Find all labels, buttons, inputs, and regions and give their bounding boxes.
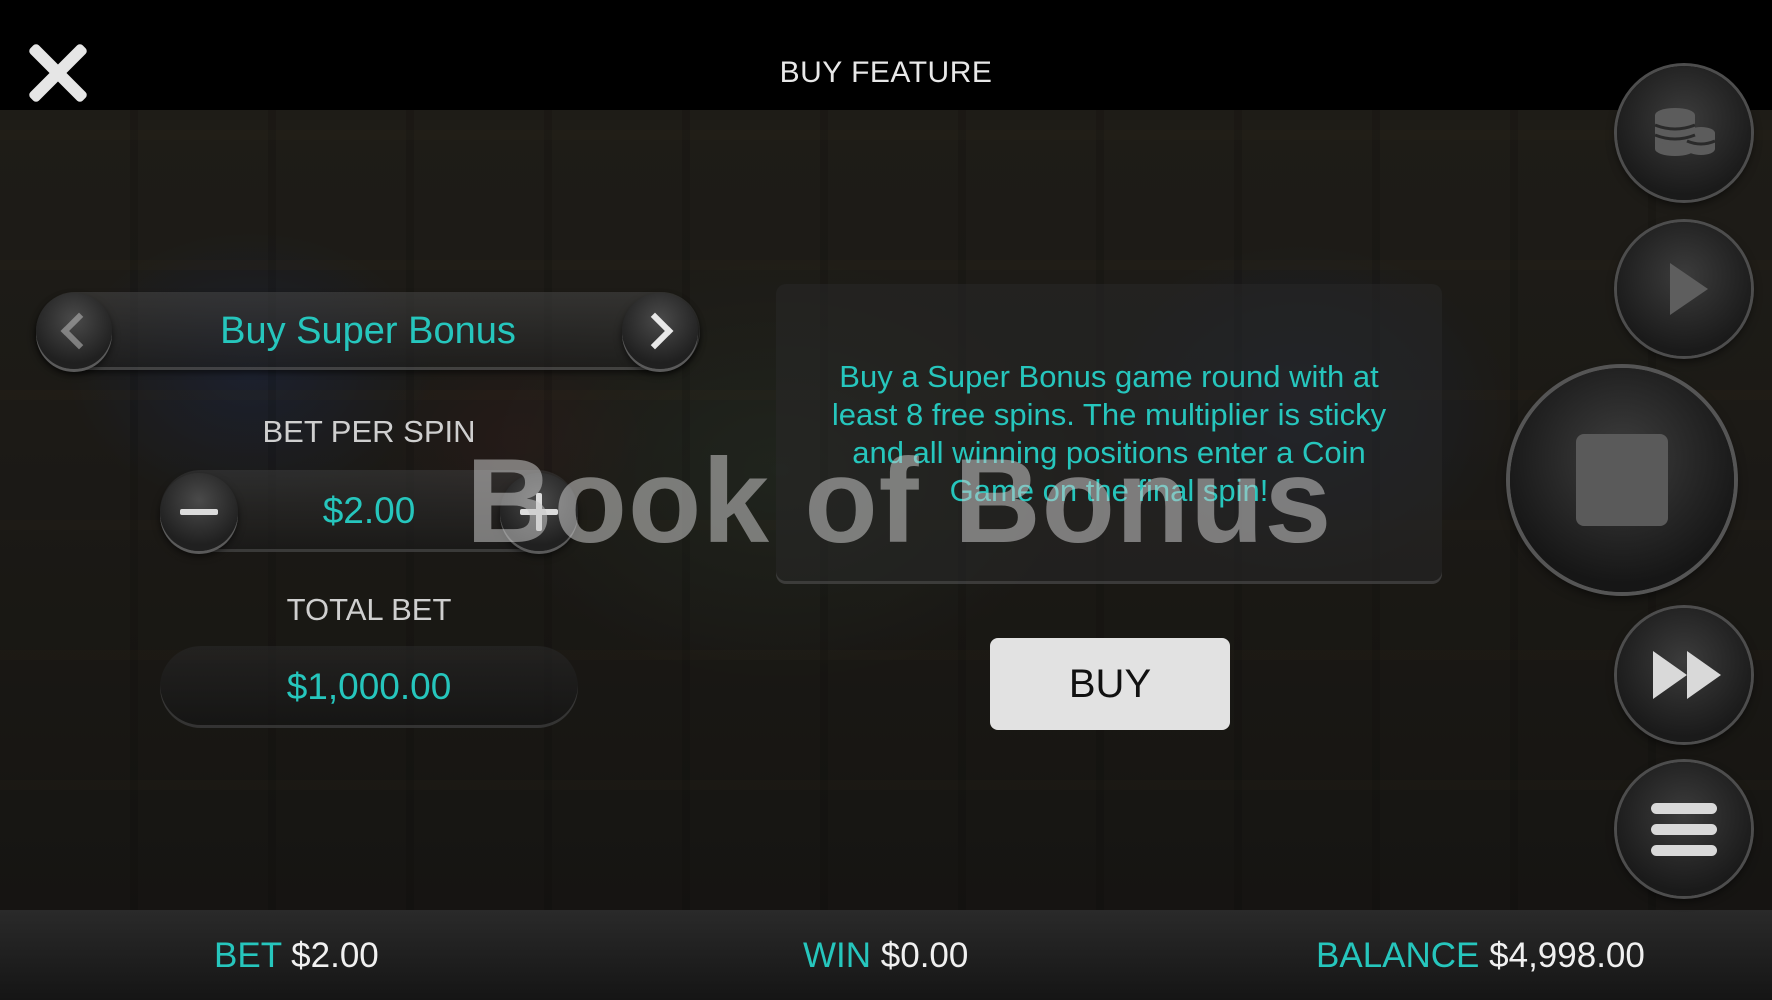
coin-value-button[interactable] <box>1617 66 1751 200</box>
bet-value: $2.00 <box>291 936 379 975</box>
feature-selector: Buy Super Bonus <box>36 292 700 370</box>
total-bet-box: $1,000.00 <box>160 646 578 728</box>
total-bet-label: TOTAL BET <box>286 592 452 627</box>
feature-name: Buy Super Bonus <box>220 310 516 352</box>
win-value: $0.00 <box>880 936 969 975</box>
buy-button[interactable]: BUY <box>990 638 1230 730</box>
chevron-right-icon <box>636 312 674 350</box>
bet-stat: BET $2.00 <box>214 936 379 976</box>
top-bar: BUY FEATURE <box>0 0 1772 110</box>
game-logo-watermark: Book of Bonus <box>466 434 1333 568</box>
menu-icon <box>1651 802 1717 856</box>
play-icon <box>1670 263 1708 315</box>
bottom-status-bar: BET $2.00 WIN $0.00 BALANCE $4,998.00 <box>0 910 1772 1000</box>
coins-icon <box>1654 108 1716 156</box>
menu-button[interactable] <box>1617 762 1751 896</box>
balance-label: BALANCE <box>1316 936 1480 975</box>
fast-forward-icon <box>1653 651 1721 699</box>
balance-value: $4,998.00 <box>1489 936 1645 975</box>
total-bet-value: $1,000.00 <box>286 666 452 707</box>
balance-stat: BALANCE $4,998.00 <box>1316 936 1645 976</box>
spin-stop-button[interactable] <box>1510 368 1734 592</box>
win-stat: WIN $0.00 <box>803 936 968 976</box>
win-label: WIN <box>803 936 872 975</box>
bet-label: BET <box>214 936 282 975</box>
autoplay-button[interactable] <box>1617 222 1751 356</box>
page-title: BUY FEATURE <box>779 56 993 89</box>
next-feature-button[interactable] <box>622 293 698 369</box>
stop-icon <box>1576 434 1668 526</box>
turbo-button[interactable] <box>1617 608 1751 742</box>
